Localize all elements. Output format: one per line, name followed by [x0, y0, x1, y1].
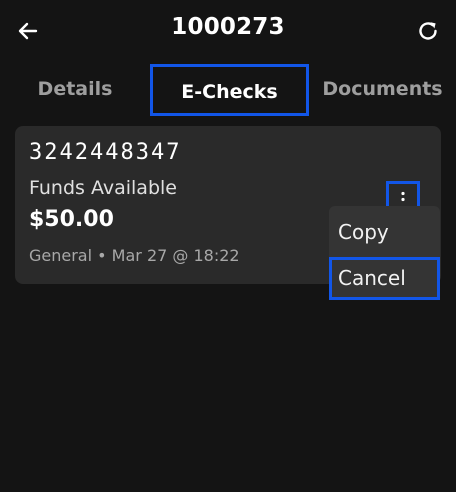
menu-item-cancel[interactable]: Cancel	[329, 257, 440, 300]
check-number: 3242448347	[29, 140, 182, 165]
tab-details[interactable]: Details	[0, 64, 150, 116]
page-title: 1000273	[171, 14, 285, 40]
options-menu: Copy Cancel	[329, 206, 440, 300]
tab-documents[interactable]: Documents	[309, 64, 456, 116]
tab-bar: Details E-Checks Documents	[0, 64, 456, 116]
check-status: Funds Available	[29, 177, 177, 199]
refresh-icon	[419, 22, 437, 40]
header-bar: 1000273	[0, 0, 456, 62]
tab-echecks[interactable]: E-Checks	[150, 64, 309, 116]
check-amount: $50.00	[29, 207, 114, 232]
more-vertical-icon	[401, 191, 405, 201]
refresh-button[interactable]	[416, 19, 440, 43]
menu-item-copy[interactable]: Copy	[329, 212, 440, 252]
check-meta: General • Mar 27 @ 18:22	[29, 246, 240, 265]
